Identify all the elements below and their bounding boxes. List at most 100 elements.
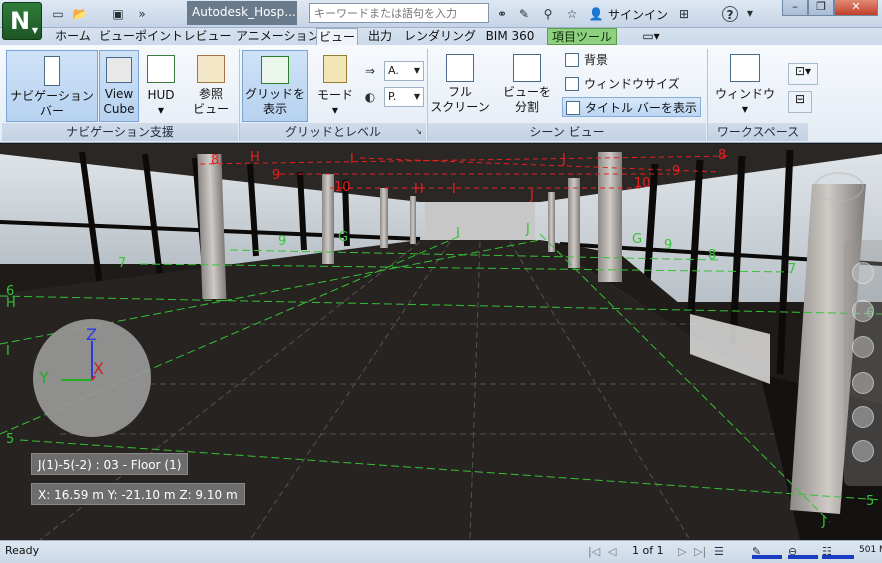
grid-label-green: 9 xyxy=(278,234,287,249)
full-screen-icon xyxy=(446,54,474,82)
full-screen-label: フル スクリーン xyxy=(430,85,490,114)
grid-label-green: 7 xyxy=(118,256,127,271)
search-input[interactable] xyxy=(309,3,489,23)
walk-icon[interactable] xyxy=(852,440,874,462)
axis-z-label: Z xyxy=(86,325,97,344)
help-dropdown-icon[interactable]: ▼ xyxy=(742,6,758,22)
more-tools-icon[interactable]: » xyxy=(134,6,150,22)
last-page-icon[interactable]: ▷| xyxy=(694,545,706,559)
window-size-button[interactable]: ウィンドウサイズ xyxy=(565,74,680,94)
navigation-bar-label: ナビゲーション バー xyxy=(10,89,94,118)
sign-in-link[interactable]: サインイン xyxy=(608,6,668,23)
grid-label-green: J xyxy=(526,222,530,237)
grid-label-red: H xyxy=(414,182,424,197)
grid-label-green: G xyxy=(338,230,349,245)
user-icon[interactable]: 👤 xyxy=(588,6,604,22)
grid-label-red: 8 xyxy=(211,153,220,168)
binoculars-icon[interactable]: ⚭ xyxy=(494,6,510,22)
zoom-icon[interactable] xyxy=(852,336,874,358)
map-icon xyxy=(197,55,225,83)
grid-level-value: P. xyxy=(388,90,397,103)
panel-grid-label-text: グリッドとレベル xyxy=(284,125,381,139)
pan-icon[interactable] xyxy=(852,300,874,322)
full-screen-button[interactable]: フル スクリーン xyxy=(430,50,490,122)
first-page-icon[interactable]: |◁ xyxy=(588,545,600,559)
tab-item-tools[interactable]: 項目ツール xyxy=(547,28,617,45)
reference-view-button[interactable]: 参照 ビュー xyxy=(186,50,236,122)
previous-page-icon[interactable]: ◁ xyxy=(608,545,616,559)
tab-bim360[interactable]: BIM 360 xyxy=(481,28,539,45)
help-icon[interactable]: ? xyxy=(722,6,738,22)
grid-label-green: 5 xyxy=(866,494,875,509)
open-folder-icon[interactable]: 📂 xyxy=(72,6,88,22)
view-cube-label: View Cube xyxy=(103,87,135,116)
grid-system-dropdown[interactable]: A. ▼ xyxy=(384,61,424,81)
exchange-icon[interactable]: ⊞ xyxy=(676,6,692,22)
grid-label-green: H xyxy=(6,296,16,311)
lock-icon xyxy=(323,55,347,83)
coordinates-readout: X: 16.59 m Y: -21.10 m Z: 9.10 m xyxy=(31,483,245,505)
background-button[interactable]: 背景 xyxy=(565,50,608,70)
next-page-icon[interactable]: ▷ xyxy=(678,545,686,559)
steering-wheel-icon[interactable] xyxy=(852,262,874,284)
tab-viewpoint[interactable]: ビューポイント xyxy=(99,28,183,45)
mode-button[interactable]: モード ▼ xyxy=(312,50,358,122)
save-icon[interactable]: ▣ xyxy=(110,6,126,22)
grid-level-dropdown[interactable]: P. ▼ xyxy=(384,87,424,107)
3d-viewport[interactable]: 8 H 9 I 10 H I J J 10 9 8 7 9 G I J G 9 … xyxy=(0,144,882,540)
look-icon[interactable] xyxy=(852,406,874,428)
navigation-bar-button[interactable]: ナビゲーション バー xyxy=(6,50,98,122)
restore-button[interactable]: ❐ xyxy=(808,0,834,16)
grid-label-red: 10 xyxy=(334,180,351,195)
view-cube[interactable] xyxy=(814,172,864,202)
ribbon-toggle-icon[interactable]: ▭▾ xyxy=(636,28,666,45)
grid-globe-icon: ◐ xyxy=(364,90,376,104)
panel-launcher-icon[interactable]: ↘ xyxy=(415,123,422,141)
tab-animation[interactable]: アニメーション xyxy=(236,28,320,45)
axis-x-label: X xyxy=(93,359,104,378)
save-workspace-button[interactable]: ⊟ xyxy=(788,91,812,113)
tab-view[interactable]: ビュー xyxy=(316,28,358,45)
tab-output[interactable]: 出力 xyxy=(362,28,398,45)
ribbon-tabs: ホーム ビューポイント レビュー アニメーション ビュー 出力 レンダリング B… xyxy=(0,28,882,45)
tab-home[interactable]: ホーム xyxy=(48,28,98,45)
windows-button[interactable]: ウィンドウ ▼ xyxy=(712,50,778,122)
grid-system-value: A. xyxy=(388,64,399,77)
grid-label-red: J xyxy=(562,152,566,167)
app-logo-letter: N xyxy=(10,7,31,35)
workspace-load-icon: ⊡▾ xyxy=(794,64,812,78)
wrench-icon[interactable]: ✎ xyxy=(516,6,532,22)
grid-label-green: 5 xyxy=(6,432,15,447)
panel-navigation-label: ナビゲーション支援 xyxy=(2,123,238,141)
show-grid-label: グリッドを 表示 xyxy=(244,87,305,116)
satellite-icon[interactable]: ⚲ xyxy=(540,6,556,22)
grid-label-green: 7 xyxy=(788,262,797,277)
minimize-button[interactable]: – xyxy=(782,0,808,16)
grid-label-green: 9 xyxy=(664,238,673,253)
reference-view-label: 参照 ビュー xyxy=(192,87,229,116)
show-grid-button[interactable]: グリッドを 表示 xyxy=(242,50,308,122)
star-icon[interactable]: ☆ xyxy=(564,6,580,22)
show-title-bar-button[interactable]: タイトル バーを表示 xyxy=(562,97,701,117)
grid-label-red: 10 xyxy=(634,176,651,191)
sheet-browser-icon[interactable]: ☰ xyxy=(714,545,724,559)
close-button[interactable]: ✕ xyxy=(834,0,878,16)
orbit-icon[interactable] xyxy=(852,372,874,394)
load-workspace-button[interactable]: ⊡▾ xyxy=(788,63,818,85)
hud-button[interactable]: HUD ▼ xyxy=(141,50,181,122)
page-indicator: 1 of 1 xyxy=(632,544,664,557)
new-file-icon[interactable]: ▭ xyxy=(50,6,66,22)
app-menu-button[interactable]: N ▼ xyxy=(2,2,42,40)
active-grid-icon: ⇒ xyxy=(364,64,376,78)
grid-label-red: H xyxy=(250,150,260,165)
grid-label-red: I xyxy=(452,182,456,197)
mode-label: モード xyxy=(316,88,353,102)
chevron-down-icon: ▼ xyxy=(413,92,420,101)
grid-label-red: I xyxy=(350,152,354,167)
tab-review[interactable]: レビュー xyxy=(180,28,235,45)
window-size-icon xyxy=(565,77,579,91)
split-view-button[interactable]: ビューを 分割 xyxy=(496,50,558,122)
view-cube-icon xyxy=(106,57,132,83)
view-cube-button[interactable]: View Cube xyxy=(99,50,139,122)
tab-rendering[interactable]: レンダリング xyxy=(401,28,479,45)
